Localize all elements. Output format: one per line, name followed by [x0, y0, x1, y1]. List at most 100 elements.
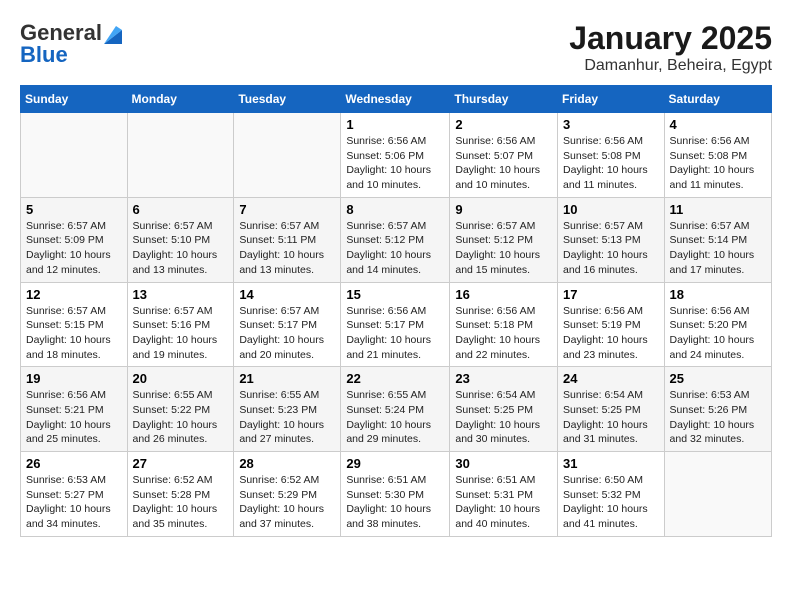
calendar-cell: 10 Sunrise: 6:57 AM Sunset: 5:13 PM Dayli…	[558, 197, 665, 282]
calendar-cell: 9 Sunrise: 6:57 AM Sunset: 5:12 PM Daylig…	[450, 197, 558, 282]
calendar-cell: 29 Sunrise: 6:51 AM Sunset: 5:30 PM Dayli…	[341, 452, 450, 537]
day-info: Sunrise: 6:56 AM Sunset: 5:19 PM Dayligh…	[563, 304, 659, 363]
calendar-cell: 25 Sunrise: 6:53 AM Sunset: 5:26 PM Dayli…	[664, 367, 771, 452]
day-number: 27	[133, 456, 229, 471]
day-info: Sunrise: 6:56 AM Sunset: 5:08 PM Dayligh…	[563, 134, 659, 193]
weekday-header: Friday	[558, 86, 665, 113]
page-header: General Blue January 2025 Damanhur, Behe…	[20, 20, 772, 75]
day-number: 9	[455, 202, 552, 217]
day-info: Sunrise: 6:56 AM Sunset: 5:21 PM Dayligh…	[26, 388, 122, 447]
day-info: Sunrise: 6:54 AM Sunset: 5:25 PM Dayligh…	[455, 388, 552, 447]
calendar-cell: 21 Sunrise: 6:55 AM Sunset: 5:23 PM Dayli…	[234, 367, 341, 452]
day-info: Sunrise: 6:57 AM Sunset: 5:13 PM Dayligh…	[563, 219, 659, 278]
calendar-week-row: 1 Sunrise: 6:56 AM Sunset: 5:06 PM Daylig…	[21, 113, 772, 198]
day-info: Sunrise: 6:57 AM Sunset: 5:09 PM Dayligh…	[26, 219, 122, 278]
day-info: Sunrise: 6:57 AM Sunset: 5:16 PM Dayligh…	[133, 304, 229, 363]
day-info: Sunrise: 6:54 AM Sunset: 5:25 PM Dayligh…	[563, 388, 659, 447]
calendar-cell: 11 Sunrise: 6:57 AM Sunset: 5:14 PM Dayli…	[664, 197, 771, 282]
logo-blue: Blue	[20, 42, 68, 68]
day-info: Sunrise: 6:55 AM Sunset: 5:22 PM Dayligh…	[133, 388, 229, 447]
day-number: 21	[239, 371, 335, 386]
calendar-week-row: 5 Sunrise: 6:57 AM Sunset: 5:09 PM Daylig…	[21, 197, 772, 282]
calendar-cell	[127, 113, 234, 198]
calendar-cell: 1 Sunrise: 6:56 AM Sunset: 5:06 PM Daylig…	[341, 113, 450, 198]
calendar-cell: 17 Sunrise: 6:56 AM Sunset: 5:19 PM Dayli…	[558, 282, 665, 367]
day-info: Sunrise: 6:53 AM Sunset: 5:26 PM Dayligh…	[670, 388, 766, 447]
day-info: Sunrise: 6:56 AM Sunset: 5:20 PM Dayligh…	[670, 304, 766, 363]
day-number: 15	[346, 287, 444, 302]
day-number: 17	[563, 287, 659, 302]
day-number: 12	[26, 287, 122, 302]
day-info: Sunrise: 6:57 AM Sunset: 5:12 PM Dayligh…	[346, 219, 444, 278]
calendar-cell: 23 Sunrise: 6:54 AM Sunset: 5:25 PM Dayli…	[450, 367, 558, 452]
day-number: 19	[26, 371, 122, 386]
day-info: Sunrise: 6:52 AM Sunset: 5:29 PM Dayligh…	[239, 473, 335, 532]
day-info: Sunrise: 6:57 AM Sunset: 5:10 PM Dayligh…	[133, 219, 229, 278]
calendar-cell: 2Sunrise: 6:56 AM Sunset: 5:07 PM Daylig…	[450, 113, 558, 198]
calendar-cell: 5 Sunrise: 6:57 AM Sunset: 5:09 PM Daylig…	[21, 197, 128, 282]
calendar-cell: 14 Sunrise: 6:57 AM Sunset: 5:17 PM Dayli…	[234, 282, 341, 367]
day-info: Sunrise: 6:57 AM Sunset: 5:17 PM Dayligh…	[239, 304, 335, 363]
day-info: Sunrise: 6:56 AM Sunset: 5:17 PM Dayligh…	[346, 304, 444, 363]
weekday-header: Wednesday	[341, 86, 450, 113]
day-number: 11	[670, 202, 766, 217]
logo-bird-icon	[104, 22, 122, 44]
calendar-cell: 22Sunrise: 6:55 AM Sunset: 5:24 PM Dayli…	[341, 367, 450, 452]
calendar-cell: 6 Sunrise: 6:57 AM Sunset: 5:10 PM Daylig…	[127, 197, 234, 282]
day-number: 1	[346, 117, 444, 132]
calendar-cell: 28 Sunrise: 6:52 AM Sunset: 5:29 PM Dayli…	[234, 452, 341, 537]
day-info: Sunrise: 6:56 AM Sunset: 5:07 PM Dayligh…	[455, 134, 552, 193]
calendar-cell	[664, 452, 771, 537]
day-number: 29	[346, 456, 444, 471]
calendar-cell: 30 Sunrise: 6:51 AM Sunset: 5:31 PM Dayli…	[450, 452, 558, 537]
day-number: 10	[563, 202, 659, 217]
day-number: 30	[455, 456, 552, 471]
day-info: Sunrise: 6:57 AM Sunset: 5:15 PM Dayligh…	[26, 304, 122, 363]
day-info: Sunrise: 6:51 AM Sunset: 5:30 PM Dayligh…	[346, 473, 444, 532]
day-number: 8	[346, 202, 444, 217]
day-number: 3	[563, 117, 659, 132]
calendar-cell: 8 Sunrise: 6:57 AM Sunset: 5:12 PM Daylig…	[341, 197, 450, 282]
calendar-week-row: 19 Sunrise: 6:56 AM Sunset: 5:21 PM Dayli…	[21, 367, 772, 452]
day-info: Sunrise: 6:55 AM Sunset: 5:24 PM Dayligh…	[346, 388, 444, 447]
day-number: 5	[26, 202, 122, 217]
location-title: Damanhur, Beheira, Egypt	[569, 57, 772, 75]
day-info: Sunrise: 6:57 AM Sunset: 5:14 PM Dayligh…	[670, 219, 766, 278]
weekday-header: Monday	[127, 86, 234, 113]
calendar-cell: 3 Sunrise: 6:56 AM Sunset: 5:08 PM Daylig…	[558, 113, 665, 198]
day-info: Sunrise: 6:50 AM Sunset: 5:32 PM Dayligh…	[563, 473, 659, 532]
day-info: Sunrise: 6:57 AM Sunset: 5:12 PM Dayligh…	[455, 219, 552, 278]
day-number: 31	[563, 456, 659, 471]
calendar-cell: 12 Sunrise: 6:57 AM Sunset: 5:15 PM Dayli…	[21, 282, 128, 367]
day-number: 16	[455, 287, 552, 302]
weekday-header: Saturday	[664, 86, 771, 113]
calendar-cell: 4 Sunrise: 6:56 AM Sunset: 5:08 PM Daylig…	[664, 113, 771, 198]
day-info: Sunrise: 6:51 AM Sunset: 5:31 PM Dayligh…	[455, 473, 552, 532]
day-number: 24	[563, 371, 659, 386]
title-block: January 2025 Damanhur, Beheira, Egypt	[569, 20, 772, 75]
day-info: Sunrise: 6:55 AM Sunset: 5:23 PM Dayligh…	[239, 388, 335, 447]
month-title: January 2025	[569, 20, 772, 57]
calendar-cell: 18Sunrise: 6:56 AM Sunset: 5:20 PM Dayli…	[664, 282, 771, 367]
weekday-header: Sunday	[21, 86, 128, 113]
calendar-cell: 13 Sunrise: 6:57 AM Sunset: 5:16 PM Dayli…	[127, 282, 234, 367]
calendar-cell: 31 Sunrise: 6:50 AM Sunset: 5:32 PM Dayli…	[558, 452, 665, 537]
day-info: Sunrise: 6:56 AM Sunset: 5:06 PM Dayligh…	[346, 134, 444, 193]
calendar-cell	[21, 113, 128, 198]
calendar-cell: 15 Sunrise: 6:56 AM Sunset: 5:17 PM Dayli…	[341, 282, 450, 367]
day-info: Sunrise: 6:56 AM Sunset: 5:08 PM Dayligh…	[670, 134, 766, 193]
day-info: Sunrise: 6:56 AM Sunset: 5:18 PM Dayligh…	[455, 304, 552, 363]
day-number: 25	[670, 371, 766, 386]
logo: General Blue	[20, 20, 122, 68]
day-number: 13	[133, 287, 229, 302]
calendar-cell	[234, 113, 341, 198]
day-info: Sunrise: 6:52 AM Sunset: 5:28 PM Dayligh…	[133, 473, 229, 532]
day-info: Sunrise: 6:53 AM Sunset: 5:27 PM Dayligh…	[26, 473, 122, 532]
day-number: 28	[239, 456, 335, 471]
day-number: 14	[239, 287, 335, 302]
calendar-cell: 20 Sunrise: 6:55 AM Sunset: 5:22 PM Dayli…	[127, 367, 234, 452]
day-number: 4	[670, 117, 766, 132]
day-number: 6	[133, 202, 229, 217]
day-number: 23	[455, 371, 552, 386]
day-number: 20	[133, 371, 229, 386]
